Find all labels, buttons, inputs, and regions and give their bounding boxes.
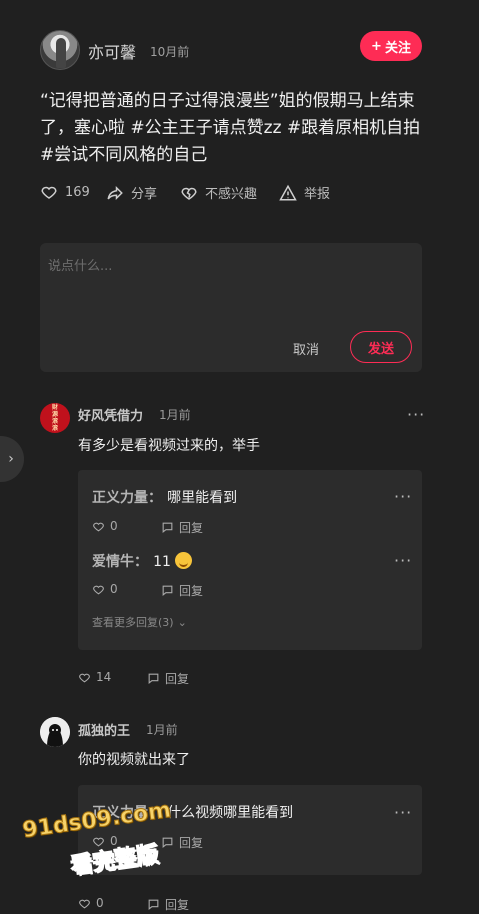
smile-emoji-icon <box>174 552 192 569</box>
hooded-figure-icon <box>40 717 70 747</box>
follow-button[interactable]: + 关注 <box>360 31 422 61</box>
see-more-replies[interactable]: 查看更多回复(3) ⌄ <box>92 614 187 630</box>
comment-text: 你的视频就出来了 <box>78 752 190 768</box>
reply-reply-button[interactable]: 回复 <box>161 582 203 599</box>
avatar-char: 源 <box>51 411 58 418</box>
broken-heart-icon <box>181 187 197 200</box>
more-options-icon[interactable]: ··· <box>394 803 412 822</box>
reply-text: 哪里能看到 <box>167 490 238 506</box>
author-avatar[interactable] <box>40 30 80 70</box>
cancel-button[interactable]: 取消 <box>293 339 319 358</box>
reply-user[interactable]: 爱情牛： <box>92 554 148 570</box>
follow-label: 关注 <box>384 40 411 56</box>
report-action[interactable]: 举报 <box>279 183 330 202</box>
see-more-label: 查看更多回复(3) <box>92 616 174 629</box>
warning-icon <box>279 184 297 200</box>
comment-like-count: 0 <box>96 896 104 910</box>
reply-item: 爱情牛： 11 <box>92 551 192 571</box>
author-name[interactable]: 亦可馨 <box>88 39 136 63</box>
comment-like[interactable]: 14 <box>78 670 111 684</box>
comment-reply-button[interactable]: 回复 <box>147 670 189 687</box>
comment-box: 取消 发送 <box>40 243 422 372</box>
reply-reply-button[interactable]: 回复 <box>161 519 203 536</box>
share-action[interactable]: 分享 <box>106 183 157 202</box>
reply-like-count: 0 <box>110 582 118 596</box>
post-time: 10月前 <box>150 45 190 59</box>
reply-card: 正义力量： 哪里能看到 ··· 0 回复 爱情牛： 11 ··· 0 回复 查看… <box>78 470 422 650</box>
avatar-char: 财 <box>51 404 58 411</box>
comment-like-count: 14 <box>96 670 112 684</box>
chevron-right-icon: › <box>8 451 14 467</box>
more-options-icon[interactable]: ··· <box>394 551 412 570</box>
comment-icon <box>162 585 173 596</box>
comment-time: 1月前 <box>159 408 191 422</box>
reply-reply-button[interactable]: 回复 <box>161 834 203 851</box>
comment-icon <box>162 522 173 533</box>
avatar-char: 滚 <box>51 418 58 425</box>
comment-reply-button[interactable]: 回复 <box>147 896 189 913</box>
dislike-action[interactable]: 不感兴趣 <box>180 183 257 202</box>
reply-like[interactable]: 0 <box>92 519 118 533</box>
reply-label: 回复 <box>179 584 204 598</box>
comment-time: 1月前 <box>146 723 178 737</box>
reply-item: 正义力量： 哪里能看到 <box>92 487 237 507</box>
reply-like[interactable]: 0 <box>92 582 118 596</box>
comment-user[interactable]: 孤独的王 <box>78 720 130 739</box>
reply-text: 11 <box>153 554 171 570</box>
share-label: 分享 <box>131 187 158 202</box>
comment-icon <box>148 899 159 910</box>
dislike-label: 不感兴趣 <box>205 187 258 202</box>
reply-text: 什么视频哪里能看到 <box>167 805 294 821</box>
comment-icon <box>148 673 159 684</box>
heart-icon <box>93 585 104 594</box>
avatar-char: 滚 <box>51 425 58 432</box>
chevron-down-icon: ⌄ <box>177 615 187 629</box>
heart-icon <box>93 522 104 531</box>
heart-icon <box>79 673 90 682</box>
reply-label: 回复 <box>165 672 190 686</box>
plus-icon: + <box>371 38 382 54</box>
like-action[interactable]: 169 <box>40 183 90 201</box>
reply-like-count: 0 <box>110 519 118 533</box>
post-text: “记得把普通的日子过得浪漫些”姐的假期马上结束了，塞心啦 #公主王子请点赞zz … <box>40 91 421 165</box>
comment-avatar[interactable]: 财 源 滚 滚 <box>40 403 70 433</box>
report-label: 举报 <box>304 187 331 202</box>
reply-label: 回复 <box>165 898 190 912</box>
share-icon <box>107 185 123 200</box>
heart-icon <box>41 186 57 199</box>
more-options-icon[interactable]: ··· <box>407 405 425 424</box>
more-options-icon[interactable]: ··· <box>394 487 412 506</box>
like-count: 169 <box>65 184 90 200</box>
reply-label: 回复 <box>179 521 204 535</box>
comment-icon <box>162 837 173 848</box>
comment-user[interactable]: 好风凭借力 <box>78 405 143 424</box>
send-button[interactable]: 发送 <box>350 331 412 363</box>
expand-sidebar-button[interactable]: › <box>0 436 24 482</box>
comment-avatar[interactable] <box>40 717 70 747</box>
comment-text: 有多少是看视频过来的，举手 <box>78 438 260 454</box>
heart-icon <box>79 899 90 908</box>
comment-like[interactable]: 0 <box>78 896 104 910</box>
reply-label: 回复 <box>179 836 204 850</box>
comment-input[interactable] <box>40 243 422 323</box>
reply-user[interactable]: 正义力量： <box>92 490 162 506</box>
